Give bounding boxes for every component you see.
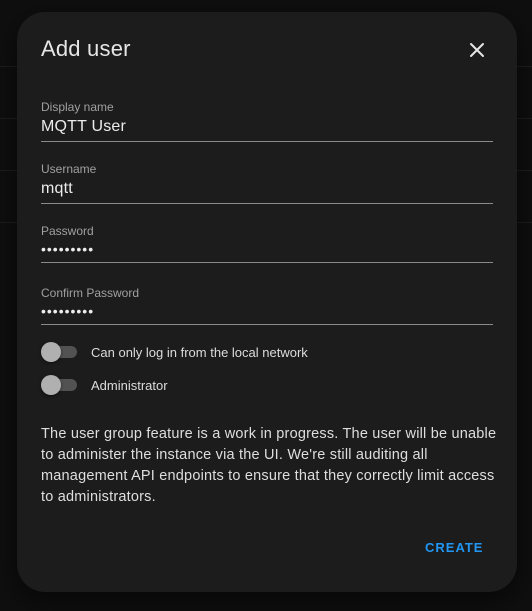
administrator-toggle-row: Administrator xyxy=(41,375,168,395)
password-field[interactable]: Password ••••••••• xyxy=(41,224,493,263)
switch-thumb xyxy=(41,375,61,395)
switch-thumb xyxy=(41,342,61,362)
dialog-title: Add user xyxy=(41,36,131,61)
administrator-switch[interactable] xyxy=(41,375,77,395)
work-in-progress-note: The user group feature is a work in prog… xyxy=(41,426,497,505)
local-only-toggle-row: Can only log in from the local network xyxy=(41,342,308,362)
confirm-password-field[interactable]: Confirm Password ••••••••• xyxy=(41,286,493,325)
username-label: Username xyxy=(41,162,97,176)
display-name-label: Display name xyxy=(41,100,114,114)
field-underline xyxy=(41,324,493,325)
administrator-label: Administrator xyxy=(91,377,168,393)
local-only-switch[interactable] xyxy=(41,342,77,362)
display-name-input[interactable]: MQTT User xyxy=(41,118,493,136)
confirm-password-label: Confirm Password xyxy=(41,286,140,300)
password-label: Password xyxy=(41,224,94,238)
username-field[interactable]: Username mqtt xyxy=(41,162,493,204)
field-underline xyxy=(41,203,493,204)
add-user-dialog: Add user Display name MQTT User Username… xyxy=(17,12,517,592)
field-underline xyxy=(41,141,493,142)
display-name-field[interactable]: Display name MQTT User xyxy=(41,100,493,142)
local-only-label: Can only log in from the local network xyxy=(91,344,308,360)
create-button[interactable]: CREATE xyxy=(425,540,483,555)
password-input[interactable]: ••••••••• xyxy=(41,241,493,257)
field-underline xyxy=(41,262,493,263)
close-icon xyxy=(470,43,484,57)
confirm-password-input[interactable]: ••••••••• xyxy=(41,303,493,319)
close-button[interactable] xyxy=(463,36,491,64)
username-input[interactable]: mqtt xyxy=(41,180,493,198)
